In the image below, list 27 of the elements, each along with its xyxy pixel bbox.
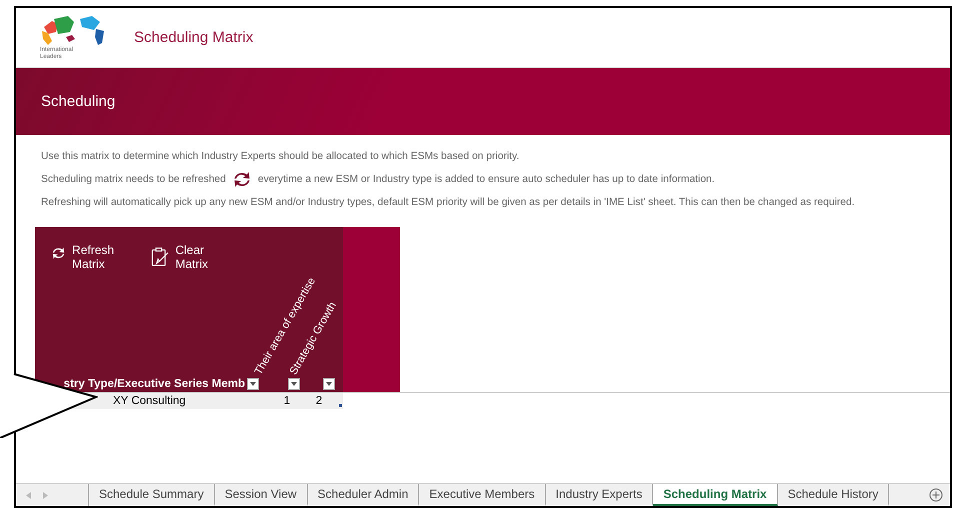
filter-button[interactable] — [247, 378, 259, 390]
sheet-tab[interactable]: Schedule History — [778, 484, 890, 506]
sheet-tab[interactable]: Scheduling Matrix — [653, 484, 778, 506]
sheet-tab[interactable]: Scheduler Admin — [308, 484, 420, 506]
filter-button[interactable] — [288, 378, 300, 390]
sheet-tab[interactable]: Executive Members — [419, 484, 546, 506]
instruction-text: Use this matrix to determine which Industry Experts should be allocated to which ESMs based on priority. — [41, 150, 520, 162]
refresh-matrix-button[interactable]: Refresh Matrix — [51, 243, 121, 271]
dropdown-arrow-icon — [291, 382, 297, 386]
table-cell-text: XY Consulting — [112, 395, 187, 407]
page-title: Scheduling Matrix — [134, 29, 254, 46]
clear-matrix-button[interactable]: Clear Matrix — [151, 243, 221, 271]
table-cell-text: 1 — [282, 395, 292, 407]
dropdown-arrow-icon — [326, 382, 332, 386]
sheet-tab[interactable]: Schedule Summary — [89, 484, 215, 506]
sheet-tab[interactable]: Session View — [214, 484, 308, 506]
instruction-text: everytime a new ESM or Industry type is added to ensure auto scheduler has up to date information. — [258, 174, 715, 184]
instruction-text: Scheduling matrix needs to be refreshed — [41, 174, 226, 184]
table-cell-text: 2 — [314, 395, 324, 407]
refresh-icon — [232, 170, 252, 188]
banner-title: Scheduling — [41, 93, 116, 110]
instruction-text: Refreshing will automatically pick up any new ESM and/or Industry types, default ESM priority will be given as per details in 'IME List' sheet. This can then be changed as required. — [41, 196, 855, 208]
add-sheet-icon[interactable] — [929, 488, 944, 502]
resize-handle-icon — [339, 404, 342, 407]
filter-button[interactable] — [323, 378, 335, 390]
dropdown-arrow-icon — [250, 382, 256, 386]
column-header: stry Type/Executive Series Memb — [64, 378, 245, 390]
